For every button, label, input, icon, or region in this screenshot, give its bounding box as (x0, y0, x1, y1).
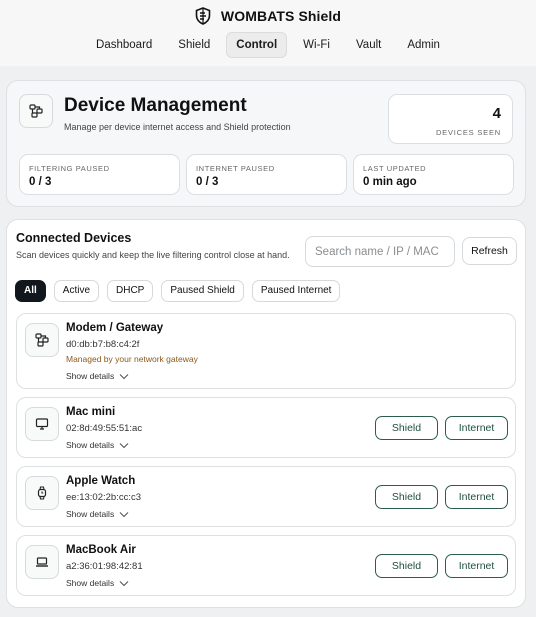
stat-filtering-paused: FILTERING PAUSED 0 / 3 (19, 154, 180, 195)
nav-control[interactable]: Control (226, 32, 288, 58)
nav-shield[interactable]: Shield (168, 32, 220, 58)
connected-devices-panel: Connected Devices Scan devices quickly a… (6, 219, 526, 608)
page-title: Device Management (64, 95, 247, 116)
chevron-down-icon (119, 511, 129, 517)
stat-last-updated: LAST UPDATED 0 min ago (353, 154, 514, 195)
chevron-down-icon (119, 442, 129, 448)
show-details-label: Show details (66, 440, 115, 450)
stat-value: 0 min ago (363, 176, 417, 188)
stat-label: LAST UPDATED (363, 164, 427, 173)
app-title: WOMBATS Shield (220, 8, 342, 24)
chevron-down-icon (119, 373, 129, 379)
show-details-label: Show details (66, 509, 115, 519)
laptop-icon (25, 545, 59, 579)
filter-all[interactable]: All (15, 280, 46, 302)
device-card-mac-mini: Mac mini 02:8d:49:55:51:ac Show details … (16, 397, 516, 458)
stat-internet-paused: INTERNET PAUSED 0 / 3 (186, 154, 347, 195)
watch-icon (25, 476, 59, 510)
network-icon (19, 94, 53, 128)
device-card-gateway: Modem / Gateway d0:db:b7:b8:c4:2f Manage… (16, 313, 516, 389)
nav-vault[interactable]: Vault (346, 32, 391, 58)
main-nav: Dashboard Shield Control Wi-Fi Vault Adm… (0, 32, 536, 58)
stat-value: 0 / 3 (29, 176, 52, 188)
chevron-down-icon (119, 580, 129, 586)
device-name: Mac mini (66, 406, 116, 418)
section-title: Connected Devices (16, 231, 132, 245)
filter-active[interactable]: Active (53, 280, 100, 302)
devices-seen-card: 4 DEVICES SEEN (388, 94, 513, 144)
nav-admin[interactable]: Admin (397, 32, 450, 58)
show-details-toggle[interactable]: Show details (66, 509, 129, 519)
stat-value: 0 / 3 (196, 176, 219, 188)
network-icon (25, 323, 59, 357)
device-name: MacBook Air (66, 544, 136, 556)
search-input[interactable] (305, 236, 455, 267)
devices-seen-label: DEVICES SEEN (435, 128, 501, 137)
filter-chips: All Active DHCP Paused Shield Paused Int… (15, 280, 341, 302)
show-details-label: Show details (66, 371, 115, 381)
filter-paused-shield[interactable]: Paused Shield (161, 280, 244, 302)
device-mac: 02:8d:49:55:51:ac (66, 423, 143, 434)
filter-dhcp[interactable]: DHCP (107, 280, 154, 302)
internet-toggle-button[interactable]: Internet (445, 416, 508, 440)
show-details-label: Show details (66, 578, 115, 588)
device-name: Apple Watch (66, 475, 136, 487)
top-bar: WOMBATS Shield Dashboard Shield Control … (0, 0, 536, 66)
nav-wifi[interactable]: Wi-Fi (293, 32, 340, 58)
device-mac: ee:13:02:2b:cc:c3 (66, 492, 141, 503)
shield-toggle-button[interactable]: Shield (375, 416, 438, 440)
device-card-macbook-air: MacBook Air a2:36:01:98:42:81 Show detai… (16, 535, 516, 596)
device-note: Managed by your network gateway (66, 354, 198, 364)
desktop-icon (25, 407, 59, 441)
shield-toggle-button[interactable]: Shield (375, 485, 438, 509)
internet-toggle-button[interactable]: Internet (445, 485, 508, 509)
show-details-toggle[interactable]: Show details (66, 371, 129, 381)
shield-logo-icon (195, 7, 211, 25)
stat-label: FILTERING PAUSED (29, 164, 110, 173)
device-mac: a2:36:01:98:42:81 (66, 561, 143, 572)
devices-seen-count: 4 (492, 105, 501, 122)
device-management-panel: Device Management Manage per device inte… (6, 80, 526, 207)
show-details-toggle[interactable]: Show details (66, 440, 129, 450)
page-subtitle: Manage per device internet access and Sh… (64, 122, 291, 132)
shield-toggle-button[interactable]: Shield (375, 554, 438, 578)
nav-dashboard[interactable]: Dashboard (86, 32, 162, 58)
device-name: Modem / Gateway (66, 322, 164, 334)
section-subtitle: Scan devices quickly and keep the live f… (16, 250, 290, 260)
brand: WOMBATS Shield (0, 7, 536, 25)
show-details-toggle[interactable]: Show details (66, 578, 129, 588)
refresh-button[interactable]: Refresh (462, 237, 517, 265)
stat-label: INTERNET PAUSED (196, 164, 275, 173)
filter-paused-internet[interactable]: Paused Internet (251, 280, 341, 302)
device-mac: d0:db:b7:b8:c4:2f (66, 339, 140, 350)
internet-toggle-button[interactable]: Internet (445, 554, 508, 578)
device-card-apple-watch: Apple Watch ee:13:02:2b:cc:c3 Show detai… (16, 466, 516, 527)
